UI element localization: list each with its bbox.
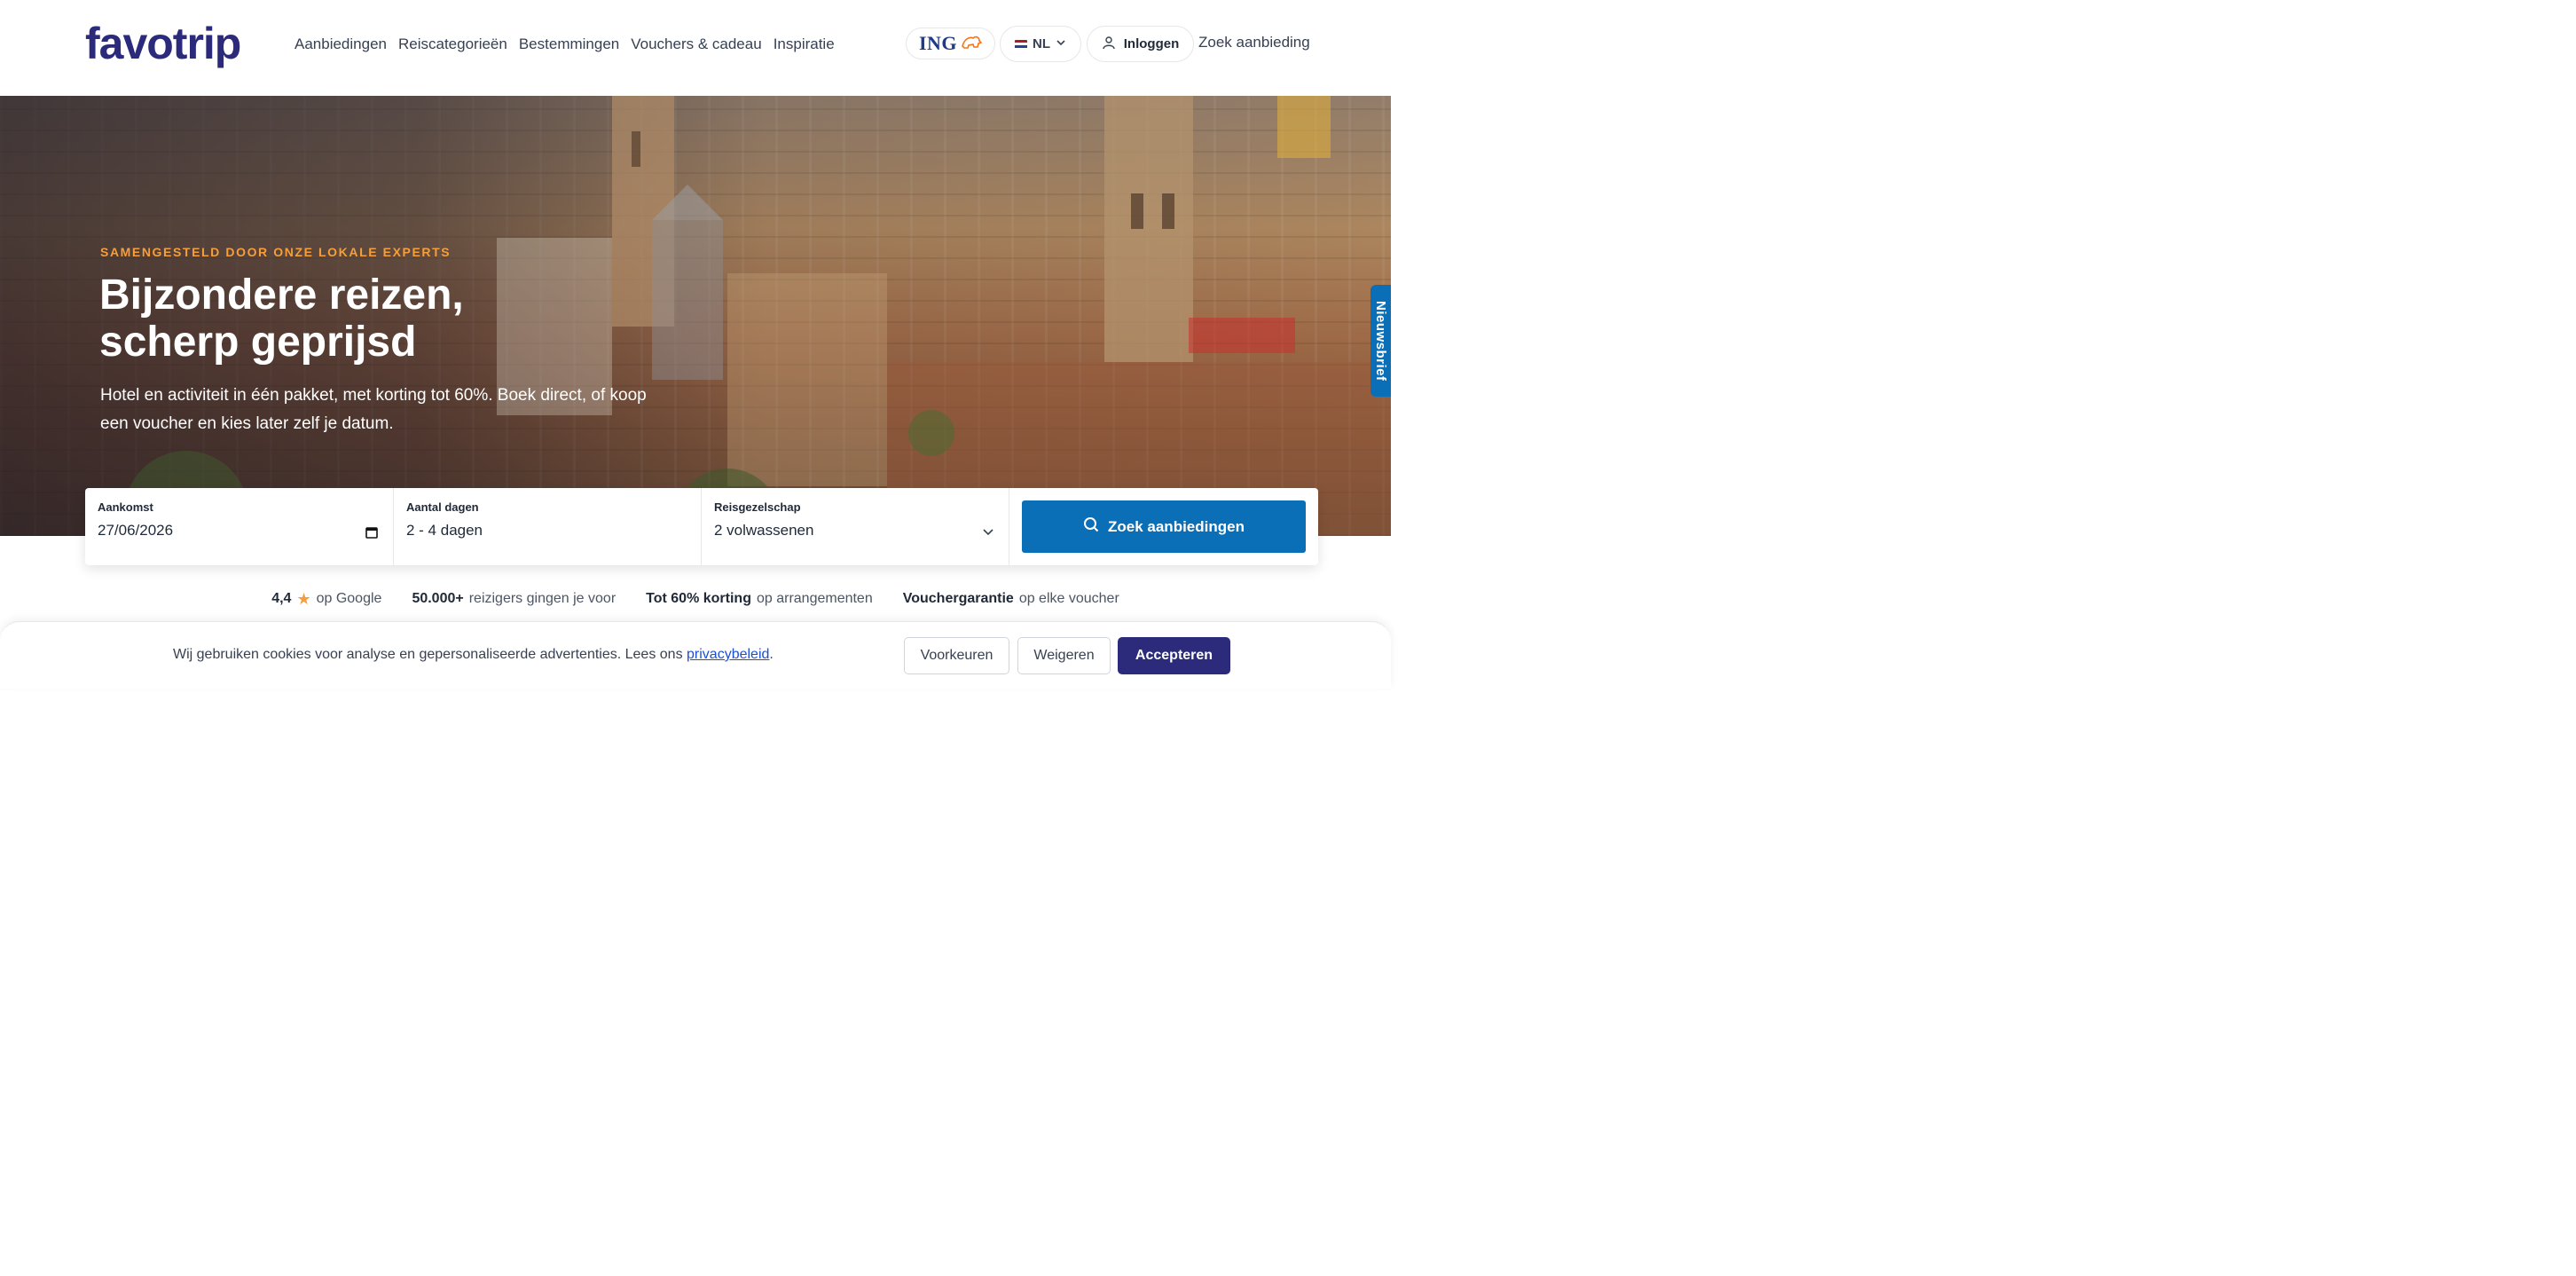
ing-partner-badge[interactable]: ING (906, 28, 995, 59)
language-selector[interactable]: NL (1000, 26, 1081, 62)
chevron-down-icon (1056, 36, 1066, 51)
nav-bestemmingen[interactable]: Bestemmingen (519, 34, 619, 55)
favotrip-logo[interactable]: favotrip (85, 19, 263, 69)
hero-subtitle: Hotel en activiteit in één pakket, met k… (100, 386, 647, 433)
nav-reiscategorieen[interactable]: Reiscategorieën (398, 34, 507, 55)
ing-logo: ING (918, 32, 958, 54)
days-label: Aantal dagen (406, 500, 479, 514)
days-select[interactable]: 2 - 4 dagen (406, 522, 688, 540)
chevron-down-icon[interactable] (982, 525, 994, 542)
hero-eyebrow: SAMENGESTELD DOOR ONZE LOKALE EXPERTS (100, 245, 452, 259)
company-select[interactable]: 2 volwassenen (714, 522, 996, 540)
discount-value: Tot 60% korting (646, 591, 751, 606)
cookie-text: Wij gebruiken cookies voor analyse en ge… (173, 647, 683, 662)
days-field[interactable]: Aantal dagen 2 - 4 dagen (394, 488, 702, 565)
newsletter-tab[interactable]: Nieuwsbrief (1370, 285, 1391, 397)
voucher-value: Vouchergarantie (902, 591, 1014, 606)
cookie-banner: Wij gebruiken cookies voor analyse en ge… (0, 621, 1391, 689)
trust-voucher: Vouchergarantie op elke voucher (903, 587, 1119, 610)
user-icon (1102, 35, 1116, 53)
cookie-period: . (769, 647, 774, 662)
login-button[interactable]: Inloggen (1087, 26, 1194, 62)
arrival-label: Aankomst (98, 500, 153, 514)
nav-inspiratie[interactable]: Inspiratie (774, 34, 835, 55)
hero-title: Bijzondere reizen, scherp geprijsd (99, 272, 596, 366)
nl-flag-icon (1015, 39, 1027, 49)
trust-rating: 4,4 ★ op Google (271, 587, 381, 610)
star-icon: ★ (296, 589, 311, 608)
hero-title-line2: scherp geprijsd (99, 319, 417, 366)
language-label: NL (1033, 36, 1050, 51)
newsletter-label: Nieuwsbrief (1373, 300, 1388, 382)
discount-suffix: op arrangementen (756, 591, 873, 606)
cookie-message: Wij gebruiken cookies voor analyse en ge… (173, 647, 774, 663)
cookie-preferences-button[interactable]: Voorkeuren (904, 637, 1009, 674)
privacy-policy-link[interactable]: privacybeleid (687, 647, 769, 662)
arrival-field[interactable]: Aankomst 27/06/2026 (85, 488, 394, 565)
lion-icon (961, 34, 983, 54)
nav-aanbiedingen[interactable]: Aanbiedingen (295, 34, 387, 55)
hero-title-line1: Bijzondere reizen, (99, 272, 464, 319)
trust-discount: Tot 60% korting op arrangementen (646, 587, 873, 610)
company-label: Reisgezelschap (714, 500, 801, 514)
trust-bar: 4,4 ★ op Google 50.000+ reizigers gingen… (0, 587, 1391, 610)
svg-text:favotrip: favotrip (85, 20, 240, 68)
site-header: favotrip Aanbiedingen Reiscategorieën Be… (0, 0, 1391, 96)
search-offer-link[interactable]: Zoek aanbieding (1198, 34, 1310, 51)
main-nav: Aanbiedingen Reiscategorieën Bestemminge… (295, 34, 846, 55)
arrival-input[interactable]: 27/06/2026 (98, 522, 381, 540)
trust-travelers: 50.000+ reizigers gingen je voor (412, 587, 616, 610)
cookie-accept-button[interactable]: Accepteren (1118, 637, 1230, 674)
cookie-reject-button[interactable]: Weigeren (1017, 637, 1111, 674)
travelers-suffix: reizigers gingen je voor (468, 591, 617, 606)
travelers-value: 50.000+ (412, 591, 464, 606)
search-icon (1083, 516, 1099, 537)
rating-suffix: op Google (316, 591, 382, 606)
search-form: Aankomst 27/06/2026 Aantal dagen 2 - 4 d… (85, 488, 1318, 565)
rating-value: 4,4 (271, 591, 292, 606)
search-submit-button[interactable]: Zoek aanbiedingen (1022, 500, 1306, 553)
voucher-suffix: op elke voucher (1018, 591, 1119, 606)
search-submit-label: Zoek aanbiedingen (1108, 517, 1245, 535)
login-label: Inloggen (1123, 36, 1180, 51)
calendar-icon[interactable] (365, 525, 379, 544)
nav-vouchers[interactable]: Vouchers & cadeau (631, 34, 761, 55)
company-field[interactable]: Reisgezelschap 2 volwassenen (702, 488, 1009, 565)
